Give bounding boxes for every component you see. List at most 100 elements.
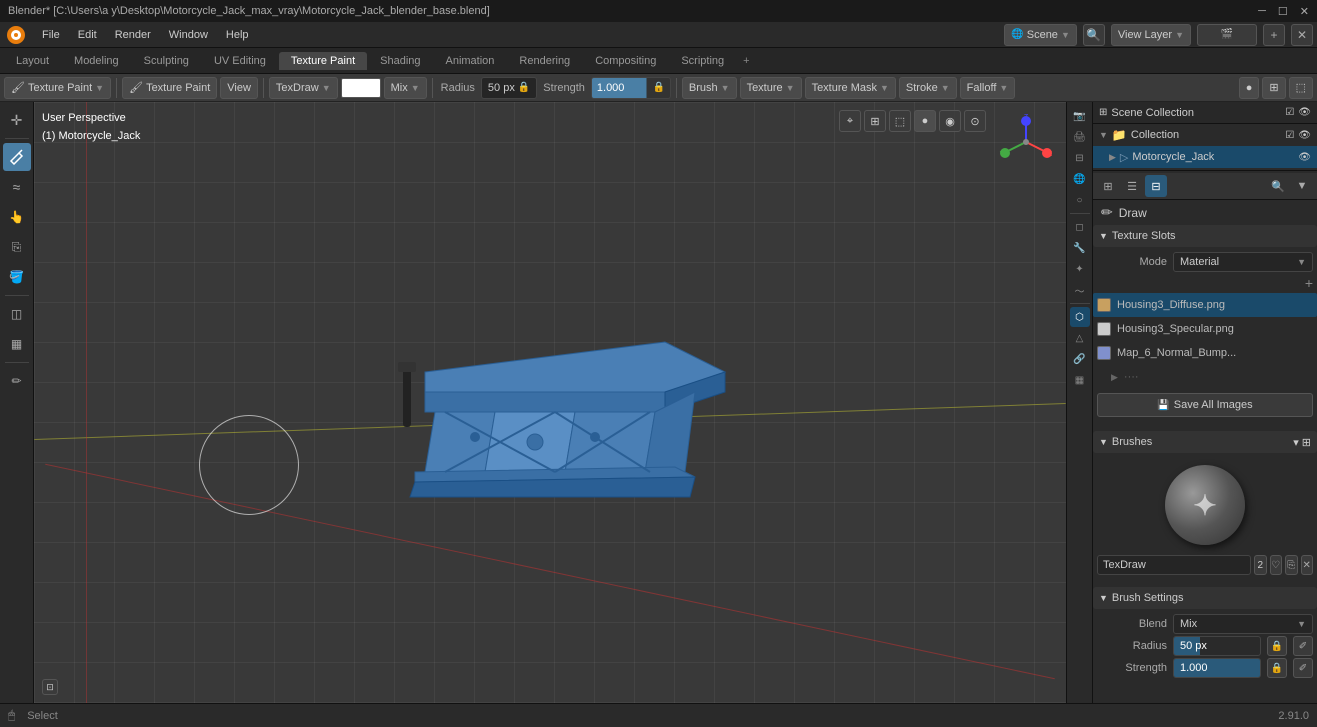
viewport-overlay-btn[interactable]: ⊞ [864,110,886,132]
viewport-render-btn[interactable]: ⊙ [964,110,986,132]
sub-mode-btn[interactable]: 🖌 Texture Paint [122,77,217,99]
radius-prop-bar[interactable]: 50 px [1173,636,1261,656]
viewport-shading-btns[interactable]: ● [1239,77,1260,99]
render-engine-btn[interactable]: 🎬 [1197,24,1257,46]
outliner-item-motorcycle-jack[interactable]: ▶ ▷ Motorcycle_Jack 👁 [1093,146,1317,168]
menu-window[interactable]: Window [161,27,216,43]
add-workspace-btn[interactable]: + [737,53,755,69]
brush-settings-header[interactable]: ▼ Brush Settings [1093,587,1317,609]
brush-copy-btn[interactable]: ⎘ [1285,555,1298,575]
outliner-collection[interactable]: ▼ 📁 Collection ☑ 👁 [1093,124,1317,146]
blender-logo[interactable] [4,23,28,47]
stroke-selector[interactable]: Stroke ▼ [899,77,957,99]
tab-rendering[interactable]: Rendering [507,52,582,70]
view-layer-add[interactable]: + [1263,24,1285,46]
blend-selector[interactable]: Mix ▼ [384,77,427,99]
prop-icon-scene[interactable]: 🌐 [1070,169,1090,189]
view-layer-remove[interactable]: ✕ [1291,24,1313,46]
tab-shading[interactable]: Shading [368,52,432,70]
prop-icon-data-2[interactable]: ▦ [1070,370,1090,390]
strength-lock-btn[interactable]: 🔒 [1267,658,1287,678]
prop-icon-world[interactable]: ○ [1070,190,1090,210]
view-layer-selector[interactable]: View Layer ▼ [1111,24,1191,46]
overlay-btn[interactable]: ⊞ [1262,77,1285,99]
color-swatch[interactable] [341,78,381,98]
tab-sculpting[interactable]: Sculpting [132,52,201,70]
prop-icon-particles[interactable]: ✦ [1070,259,1090,279]
draw-tool[interactable] [3,143,31,171]
prop-icon-constraints[interactable]: 🔗 [1070,349,1090,369]
tab-animation[interactable]: Animation [434,52,507,70]
tab-compositing[interactable]: Compositing [583,52,668,70]
blend-prop-value[interactable]: Mix ▼ [1173,614,1313,634]
menu-file[interactable]: File [34,27,68,43]
prop-icon-object-data[interactable]: △ [1070,328,1090,348]
smear-tool[interactable]: 👆 [3,203,31,231]
cursor-tool[interactable]: ✛ [3,106,31,134]
coll-eye[interactable]: 👁 [1298,130,1311,141]
prop-icon-object[interactable]: ◻ [1070,217,1090,237]
scene-select-icon[interactable]: ⊡ [42,679,58,695]
texture-slot-4[interactable]: ▶ ···· [1093,365,1317,389]
mj-eye[interactable]: 👁 [1298,152,1311,163]
coll-checkbox[interactable]: ☑ [1285,130,1294,141]
view-sub-btn[interactable]: View [220,77,258,99]
soften-tool[interactable]: ≈ [3,173,31,201]
add-slot-btn[interactable]: + [1305,275,1313,291]
scene-coll-checkbox[interactable]: ☑ [1285,107,1294,118]
tool-icon-active[interactable]: ⊟ [1145,175,1167,197]
prop-icon-physics[interactable]: 〜 [1070,280,1090,300]
prop-icon-view[interactable]: ⊟ [1070,148,1090,168]
menu-help[interactable]: Help [218,27,257,43]
save-all-images-btn[interactable]: 💾 Save All Images [1097,393,1313,417]
minimize-btn[interactable]: ─ [1258,5,1266,18]
tab-scripting[interactable]: Scripting [669,52,736,70]
falloff-selector[interactable]: Falloff ▼ [960,77,1016,99]
viewport-xray-btn[interactable]: ⬚ [889,110,911,132]
fill-tool[interactable]: 🪣 [3,263,31,291]
prop-icon-modifier[interactable]: 🔧 [1070,238,1090,258]
strength-prop-bar[interactable]: 1.000 [1173,658,1261,678]
filter-props-btn[interactable]: ▼ [1291,175,1313,197]
brush-arrow-icon[interactable]: ▾ [1293,436,1299,449]
radius-lock-btn[interactable]: 🔒 [1267,636,1287,656]
mode-selector[interactable]: 🖌 Texture Paint ▼ [4,77,111,99]
texture-selector[interactable]: Texture ▼ [740,77,802,99]
scene-selector[interactable]: 🌐 Scene ▼ [1004,24,1077,46]
brush-remove-btn[interactable]: ✕ [1301,555,1314,575]
search-btn[interactable]: 🔍 [1083,24,1105,46]
texture-slot-1[interactable]: Housing3_Diffuse.png [1093,293,1317,317]
brush-preview-toggle[interactable]: ⊞ [1302,436,1311,449]
orientation-gizmo[interactable]: Z X Y [996,112,1056,172]
brush-favorite-btn[interactable]: ♡ [1270,555,1283,575]
tool-icon-2[interactable]: ☰ [1121,175,1143,197]
prop-icon-render[interactable]: 📷 [1070,106,1090,126]
mask-tool[interactable]: ◫ [3,300,31,328]
brushes-header[interactable]: ▼ Brushes ▾ ⊞ [1093,431,1317,453]
brush-name-selector[interactable]: TexDraw ▼ [269,77,338,99]
menu-render[interactable]: Render [107,27,159,43]
tab-uv-editing[interactable]: UV Editing [202,52,278,70]
search-props-btn[interactable]: 🔍 [1267,175,1289,197]
radius-value-box[interactable]: 50 px 🔒 [481,77,537,99]
clone-tool[interactable]: ⎘ [3,233,31,261]
mode-prop-value[interactable]: Material ▼ [1173,252,1313,272]
prop-icon-material[interactable]: ⬡ [1070,307,1090,327]
viewport-solid-btn[interactable]: ● [914,110,936,132]
tab-modeling[interactable]: Modeling [62,52,131,70]
tab-layout[interactable]: Layout [4,52,61,70]
tool-icon-1[interactable]: ⊞ [1097,175,1119,197]
prop-icon-output[interactable]: 🖨 [1070,127,1090,147]
texture-slots-header[interactable]: ▼ Texture Slots [1093,225,1317,247]
brush-selector[interactable]: Brush ▼ [682,77,737,99]
annotate-tool[interactable]: ✏ [3,367,31,395]
texture-slot-2[interactable]: Housing3_Specular.png [1093,317,1317,341]
scene-coll-eye[interactable]: 👁 [1298,107,1311,118]
texture-slot-3[interactable]: Map_6_Normal_Bump... [1093,341,1317,365]
strength-bar[interactable]: 1.000 🔒 [591,77,671,99]
radius-pen-btn[interactable]: ✐ [1293,636,1313,656]
menu-edit[interactable]: Edit [70,27,105,43]
xray-btn[interactable]: ⬚ [1289,77,1313,99]
viewport-gizmo-btn[interactable]: ⌖ [839,110,861,132]
tab-texture-paint[interactable]: Texture Paint [279,52,367,70]
